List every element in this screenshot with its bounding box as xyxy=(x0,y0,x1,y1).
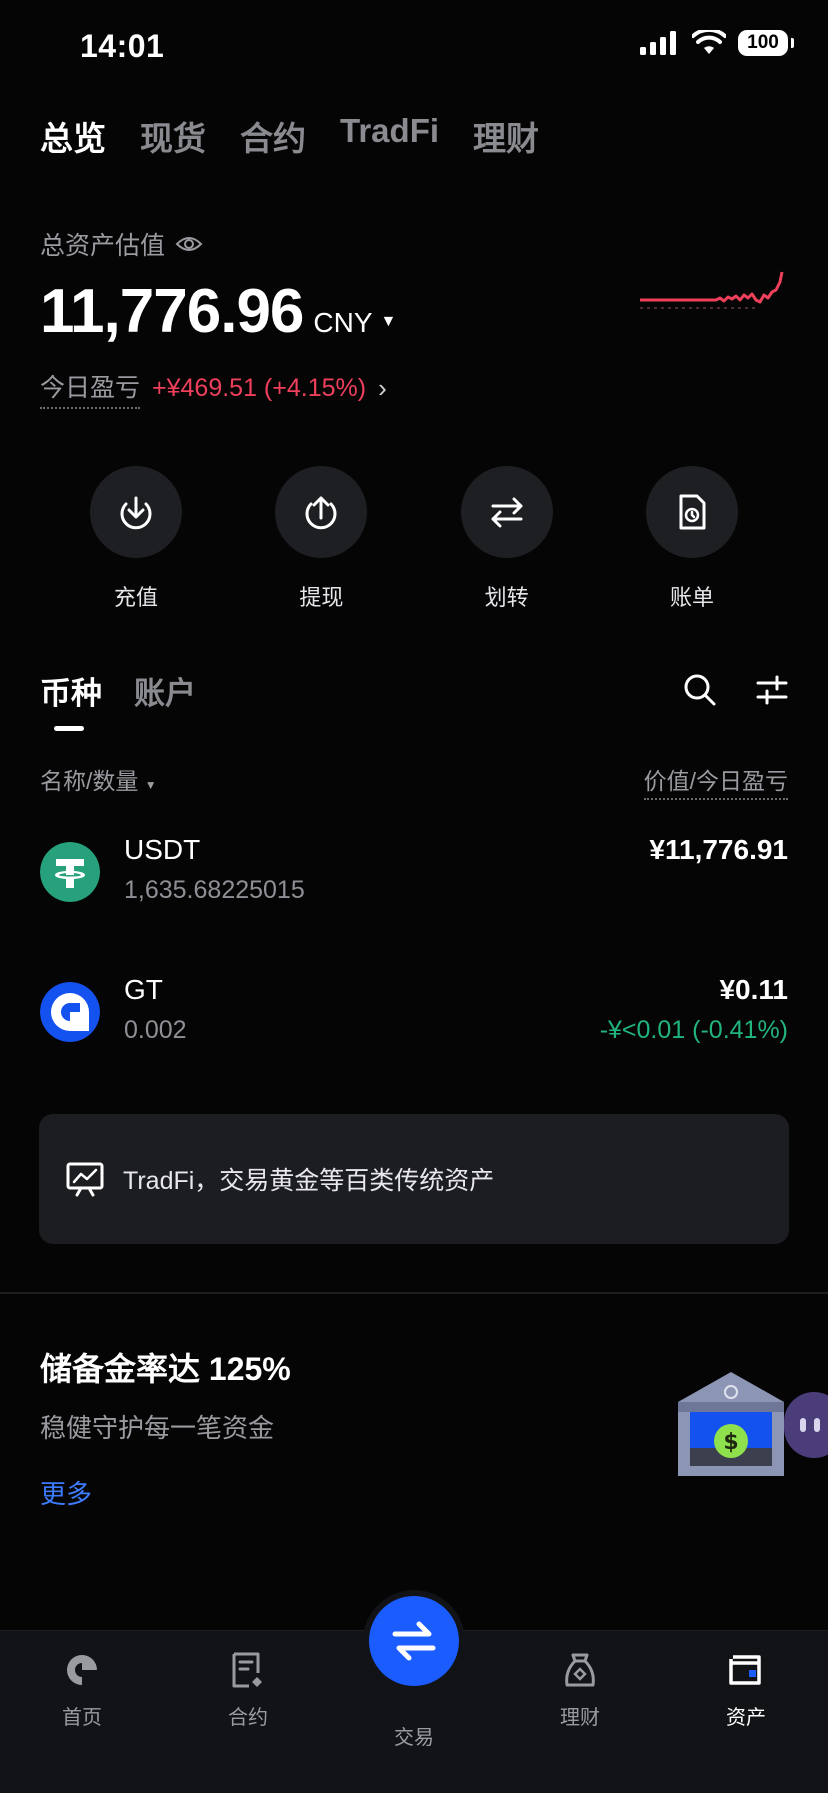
nav-assets[interactable]: 资产 xyxy=(686,1651,806,1730)
asset-symbol: GT xyxy=(124,974,163,1005)
asset-value: ¥11,776.91 xyxy=(649,834,788,865)
deposit-icon xyxy=(90,466,182,558)
bill-button[interactable]: 账单 xyxy=(644,466,740,612)
reserve-title: 储备金率达 125% xyxy=(40,1351,291,1387)
home-icon xyxy=(67,1655,98,1686)
status-icons: 100 xyxy=(640,30,794,56)
top-tabs: 总览 现货 合约 TradFi 理财 xyxy=(40,112,539,160)
tab-tradfi[interactable]: TradFi xyxy=(340,112,439,160)
balance-amount: 11,776.96 xyxy=(40,277,304,346)
assistant-bubble-button[interactable] xyxy=(784,1392,828,1458)
filter-settings-icon[interactable] xyxy=(756,674,788,706)
nav-label: 资产 xyxy=(726,1707,766,1729)
deposit-label: 充值 xyxy=(113,585,158,610)
transfer-button[interactable]: 划转 xyxy=(459,466,555,612)
tab-accounts[interactable]: 账户 xyxy=(134,668,196,713)
deposit-button[interactable]: 充值 xyxy=(88,466,184,612)
trade-fab-button[interactable] xyxy=(369,1596,459,1686)
nav-label: 首页 xyxy=(62,1707,102,1729)
column-left-label: 名称/数量 xyxy=(40,768,139,794)
balance: 11,776.96 CNY ▼ xyxy=(40,276,396,347)
chart-board-icon xyxy=(66,1162,104,1197)
eye-icon[interactable] xyxy=(175,234,203,254)
nav-label: 合约 xyxy=(228,1707,268,1729)
bank-illustration-icon: $ xyxy=(678,1372,784,1476)
svg-text:$: $ xyxy=(723,1430,738,1455)
usdt-coin-icon xyxy=(40,842,100,902)
nav-label: 交易 xyxy=(394,1727,434,1749)
withdraw-button[interactable]: 提现 xyxy=(273,466,369,612)
quick-actions: 充值 提现 划转 账单 xyxy=(88,466,740,612)
asset-quantity: 1,635.68225015 xyxy=(124,876,305,904)
sort-caret-icon: ▼ xyxy=(144,778,157,792)
withdraw-label: 提现 xyxy=(299,585,344,610)
signal-icon xyxy=(640,31,676,55)
sort-name-quantity[interactable]: 名称/数量 ▼ xyxy=(40,762,157,796)
tab-spot[interactable]: 现货 xyxy=(140,112,206,160)
nav-home[interactable]: 首页 xyxy=(22,1651,142,1730)
caret-down-icon[interactable]: ▼ xyxy=(381,313,397,331)
total-assets-text: 总资产估值 xyxy=(40,232,166,260)
currency-selector[interactable]: CNY xyxy=(313,307,372,339)
withdraw-icon xyxy=(275,466,368,558)
tab-overview[interactable]: 总览 xyxy=(40,112,106,160)
asset-symbol: USDT xyxy=(124,834,201,865)
search-icon[interactable] xyxy=(682,672,718,708)
nav-futures[interactable]: 合约 xyxy=(188,1651,308,1730)
bill-label: 账单 xyxy=(669,585,714,610)
banner-text: TradFi，交易黄金等百类传统资产 xyxy=(123,1167,495,1195)
futures-icon xyxy=(232,1652,262,1688)
section-divider xyxy=(0,1292,828,1294)
pnl-value: +¥469.51 (+4.15%) xyxy=(152,374,367,402)
wallet-icon xyxy=(729,1655,761,1685)
tab-indicator xyxy=(54,726,84,731)
reserve-subtitle: 稳健守护每一笔资金 xyxy=(40,1413,275,1443)
trade-icon xyxy=(392,1621,436,1661)
total-assets-label: 总资产估值 xyxy=(40,226,203,262)
asset-value: ¥0.11 xyxy=(719,974,788,1005)
asset-change: -¥<0.01 (-0.41%) xyxy=(599,1016,788,1044)
transfer-icon xyxy=(460,466,553,558)
status-time: 14:01 xyxy=(80,28,165,64)
tab-futures[interactable]: 合约 xyxy=(240,112,306,160)
more-link[interactable]: 更多 xyxy=(40,1474,92,1511)
nav-earn[interactable]: 理财 xyxy=(520,1651,640,1730)
column-right-label[interactable]: 价值/今日盈亏 xyxy=(643,762,788,800)
asset-quantity: 0.002 xyxy=(124,1016,187,1044)
bill-icon xyxy=(645,466,738,558)
pnl-label: 今日盈亏 xyxy=(40,368,141,409)
asset-row-usdt[interactable]: USDT 1,635.68225015 ¥11,776.91 xyxy=(40,834,788,942)
transfer-label: 划转 xyxy=(484,585,529,610)
asset-row-gt[interactable]: GT 0.002 ¥0.11 -¥<0.01 (-0.41%) xyxy=(40,974,788,1082)
today-pnl[interactable]: 今日盈亏 +¥469.51 (+4.15%) › xyxy=(40,368,387,409)
battery-indicator: 100 xyxy=(738,30,794,56)
tradfi-banner[interactable]: TradFi，交易黄金等百类传统资产 xyxy=(39,1114,789,1244)
nav-trade[interactable]: 交易 xyxy=(354,1709,474,1750)
sparkline-chart xyxy=(640,271,784,309)
tab-earn[interactable]: 理财 xyxy=(473,112,539,160)
gt-coin-icon xyxy=(40,982,100,1042)
nav-label: 理财 xyxy=(560,1707,600,1729)
wifi-icon xyxy=(692,30,726,54)
asset-tabs: 币种 账户 xyxy=(40,668,196,713)
earn-icon xyxy=(565,1653,595,1687)
tab-coins[interactable]: 币种 xyxy=(40,668,102,713)
chevron-right-icon[interactable]: › xyxy=(378,373,387,404)
